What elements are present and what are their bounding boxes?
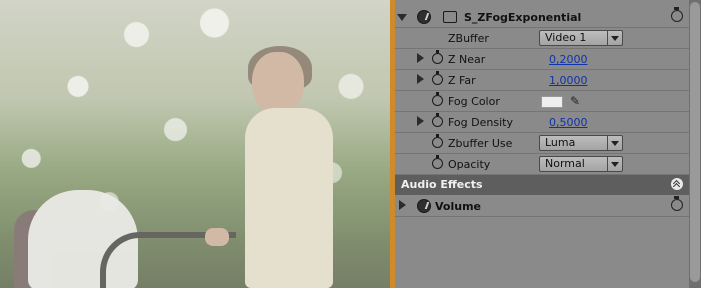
stopwatch-icon[interactable]	[432, 155, 443, 169]
expand-triangle-icon[interactable]	[397, 14, 407, 21]
audio-effects-header[interactable]: Audio Effects	[395, 175, 689, 195]
reset-icon[interactable]	[671, 196, 683, 211]
param-label: Z Near	[448, 53, 486, 66]
eyedropper-icon[interactable]: ✎	[570, 94, 580, 108]
scrollbar-thumb[interactable]	[690, 2, 700, 282]
dropdown-value: Video 1	[545, 31, 587, 44]
collapse-icon[interactable]	[671, 178, 683, 190]
effect-icon	[443, 11, 457, 23]
param-label: Fog Density	[448, 116, 513, 129]
scrollbar[interactable]	[689, 0, 701, 288]
expand-triangle-icon[interactable]	[417, 74, 424, 84]
expand-triangle-icon[interactable]	[417, 53, 424, 63]
expand-triangle-icon[interactable]	[399, 200, 406, 210]
stopwatch-icon[interactable]	[432, 134, 443, 148]
stopwatch-icon[interactable]	[432, 113, 443, 127]
param-label: Z Far	[448, 74, 476, 87]
param-value[interactable]: 0,5000	[549, 116, 588, 129]
param-row-fogcolor[interactable]: Fog Color ✎	[395, 91, 689, 112]
param-row-fogdensity[interactable]: Fog Density 0,5000	[395, 112, 689, 133]
fog-overlay	[0, 0, 390, 288]
stopwatch-icon[interactable]	[432, 92, 443, 106]
dropdown-arrow-icon[interactable]	[607, 31, 622, 45]
video-preview	[0, 0, 390, 288]
param-value[interactable]: 0,2000	[549, 53, 588, 66]
expand-triangle-icon[interactable]	[417, 116, 424, 126]
param-label: Fog Color	[448, 95, 500, 108]
audio-effect-name: Volume	[435, 200, 481, 213]
stopwatch-icon[interactable]	[432, 50, 443, 64]
param-label: Opacity	[448, 158, 491, 171]
param-row-znear[interactable]: Z Near 0,2000	[395, 49, 689, 70]
param-label: ZBuffer	[448, 32, 489, 45]
volume-effect-row[interactable]: Volume	[395, 196, 689, 217]
stopwatch-icon[interactable]	[432, 71, 443, 85]
reset-icon[interactable]	[671, 7, 683, 22]
param-row-zbuffer[interactable]: ZBuffer Video 1	[395, 28, 689, 49]
fx-toggle-icon[interactable]	[417, 10, 431, 24]
param-label: Zbuffer Use	[448, 137, 513, 150]
color-swatch[interactable]	[541, 96, 563, 108]
dropdown-arrow-icon[interactable]	[607, 157, 622, 171]
effect-name: S_ZFogExponential	[464, 11, 582, 24]
param-row-zbufferuse[interactable]: Zbuffer Use Luma	[395, 133, 689, 154]
dropdown-value: Luma	[545, 136, 576, 149]
param-dropdown[interactable]: Normal	[539, 156, 623, 172]
audio-effects-title: Audio Effects	[401, 178, 483, 191]
param-row-zfar[interactable]: Z Far 1,0000	[395, 70, 689, 91]
effect-header-row[interactable]: S_ZFogExponential	[395, 7, 689, 28]
fx-toggle-icon[interactable]	[417, 199, 431, 213]
dropdown-arrow-icon[interactable]	[607, 136, 622, 150]
dropdown-value: Normal	[545, 157, 585, 170]
param-value[interactable]: 1,0000	[549, 74, 588, 87]
param-dropdown[interactable]: Luma	[539, 135, 623, 151]
param-row-opacity[interactable]: Opacity Normal	[395, 154, 689, 175]
param-dropdown[interactable]: Video 1	[539, 30, 623, 46]
